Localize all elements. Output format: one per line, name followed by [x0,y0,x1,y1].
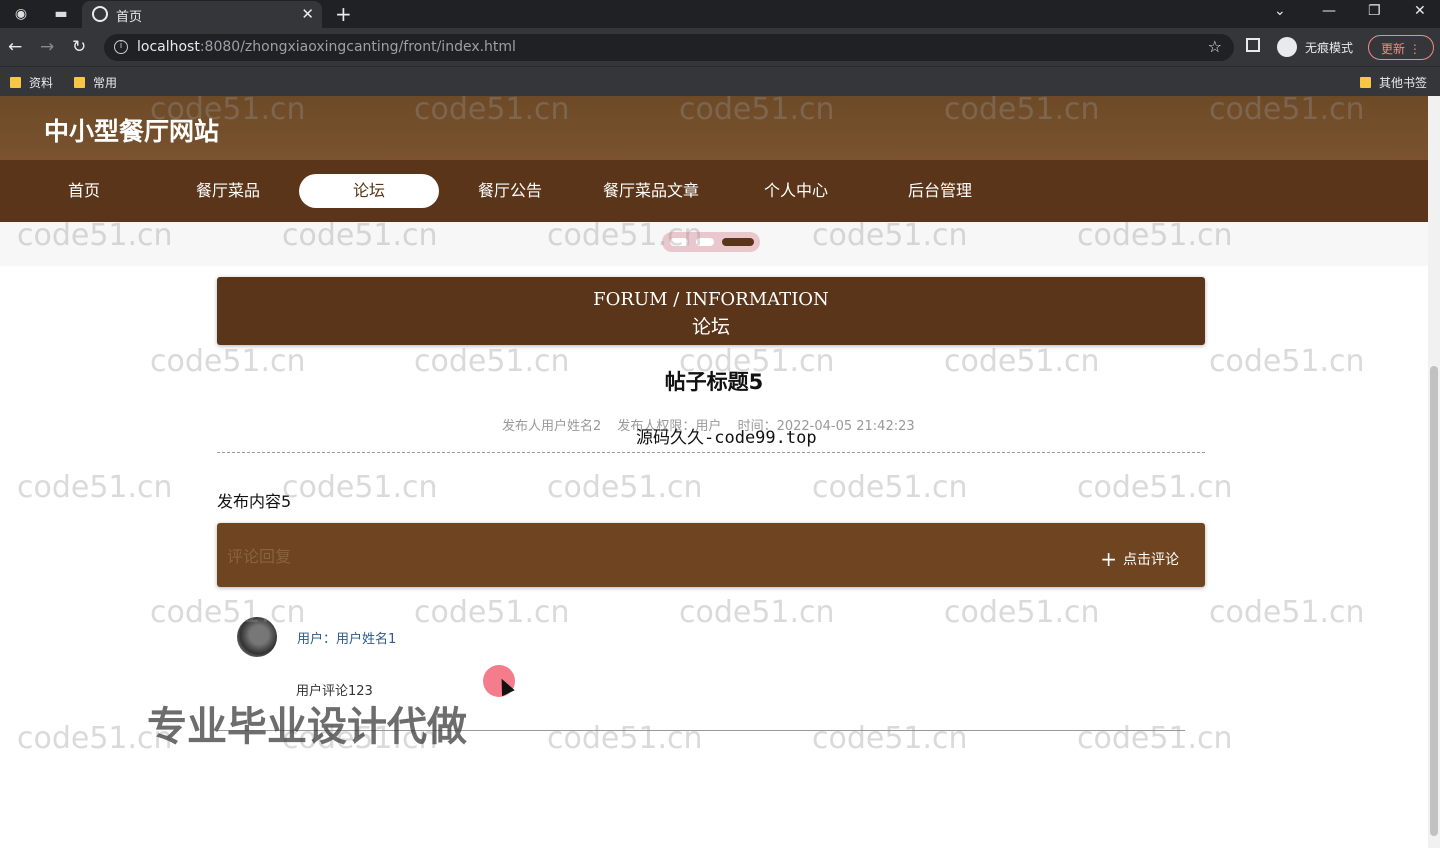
folder-icon [1360,77,1371,88]
site-title: 中小型餐厅网站 [44,117,220,146]
divider [217,452,1205,453]
watermark: code51.cn [1077,721,1233,756]
restore-icon[interactable]: ❐ [1368,3,1381,19]
browser-tab-bar: ◉ ▬ 首页 ✕ + ⌄ — ❐ ✕ [0,0,1440,28]
watermark: code51.cn [812,721,968,756]
watermark: code51.cn [679,595,835,630]
page-content: 中小型餐厅网站 首页 餐厅菜品 论坛 餐厅公告 餐厅菜品文章 个人中心 后台管理… [0,96,1428,848]
side-panel-icon[interactable] [1246,38,1260,52]
address-bar: ← → ↻ i localhost:8080/zhongxiaoxingcant… [0,28,1440,66]
nav-notices[interactable]: 餐厅公告 [440,174,580,208]
nav-articles[interactable]: 餐厅菜品文章 [581,174,721,208]
incognito-icon[interactable] [1277,37,1297,57]
carousel-dot-active[interactable] [722,238,754,246]
carousel [0,222,1428,266]
scrollbar-thumb[interactable] [1430,366,1438,836]
nav-admin[interactable]: 后台管理 [870,174,1010,208]
watermark: code51.cn [547,470,703,505]
carousel-indicators [662,232,760,252]
bookmark-folder[interactable]: 资料 [10,74,53,91]
bookmarks-bar: 资料 常用 其他书签 [0,66,1440,96]
comment-bar: 评论回复 + 点击评论 [217,523,1205,587]
nav-profile[interactable]: 个人中心 [726,174,866,208]
nav-home[interactable]: 首页 [14,174,154,208]
forum-banner-cn: 论坛 [691,316,730,338]
post-author: 发布人用户姓名2 [502,419,602,434]
main-nav: 首页 餐厅菜品 论坛 餐厅公告 餐厅菜品文章 个人中心 后台管理 [0,160,1428,222]
watermark: code51.cn [282,470,438,505]
new-tab-icon[interactable]: + [335,2,352,26]
page-scrollbar[interactable] [1428,96,1440,848]
watermark: code51.cn [150,595,306,630]
tab-title: 首页 [116,10,143,25]
watermark: code51.cn [812,470,968,505]
carousel-dot[interactable] [696,238,714,246]
browser-menu-icon[interactable]: ◉ [12,5,30,23]
browser-tab[interactable]: 首页 ✕ [82,1,322,28]
other-bookmarks[interactable]: 其他书签 [1360,74,1427,91]
minimize-icon[interactable]: — [1322,3,1336,19]
window-close-icon[interactable]: ✕ [1414,3,1426,19]
carousel-dot[interactable] [670,238,688,246]
site-header: 中小型餐厅网站 [0,96,1428,160]
folder-icon [10,77,21,88]
watermark: code51.cn [547,721,703,756]
watermark: code51.cn [944,595,1100,630]
chevron-down-icon[interactable]: ⌄ [1274,3,1286,19]
globe-icon [92,6,108,22]
watermark: code51.cn [1209,595,1365,630]
watermark: code51.cn [1077,470,1233,505]
post-content: 发布内容5 [217,492,292,511]
add-comment-button[interactable]: + 点击评论 [1100,547,1179,571]
url-input[interactable]: i localhost:8080/zhongxiaoxingcanting/fr… [104,34,1234,61]
watermark: code51.cn [414,595,570,630]
reload-icon[interactable]: ↻ [72,37,86,57]
watermark-text: 源码久久-code99.top [636,428,817,448]
post-title: 帖子标题5 [664,370,764,394]
url-text: localhost:8080/zhongxiaoxingcanting/fron… [137,39,516,55]
close-icon[interactable]: ✕ [301,5,314,23]
avatar [237,617,277,657]
comment-input[interactable]: 评论回复 [227,543,291,567]
comment-user: 用户：用户姓名1 [297,632,397,647]
nav-forum[interactable]: 论坛 [299,174,439,208]
plus-icon: + [1100,547,1117,571]
folder-icon [74,77,85,88]
info-icon[interactable]: i [114,40,128,54]
tab-strip-icon[interactable]: ▬ [52,5,70,23]
star-icon[interactable]: ☆ [1208,37,1222,56]
back-icon[interactable]: ← [8,37,22,57]
overlay-watermark: 专业毕业设计代做 [147,704,467,750]
forum-banner-en: FORUM / INFORMATION [593,289,829,310]
nav-dishes[interactable]: 餐厅菜品 [158,174,298,208]
incognito-label: 无痕模式 [1305,41,1354,55]
watermark: code51.cn [17,470,173,505]
bookmark-folder[interactable]: 常用 [74,74,117,91]
forum-banner: FORUM / INFORMATION 论坛 [217,277,1205,345]
forward-icon[interactable]: → [40,37,54,57]
update-button[interactable]: 更新 ⋮ [1368,35,1434,60]
